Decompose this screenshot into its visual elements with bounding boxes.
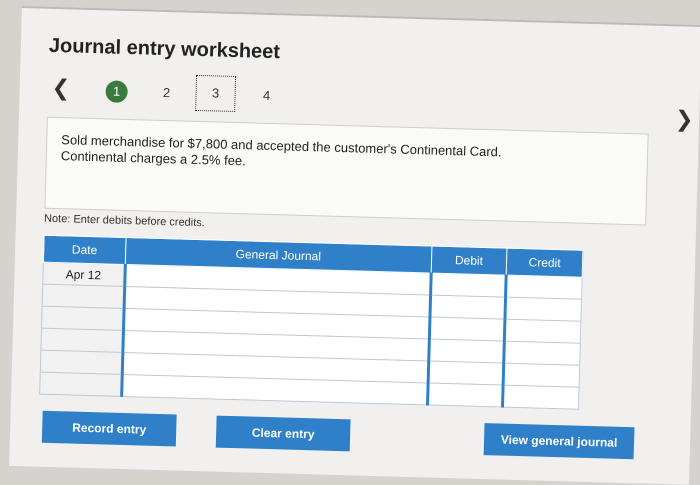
step-2[interactable]: 2 <box>155 82 178 105</box>
debit-input[interactable] <box>428 317 506 342</box>
entry-note: Note: Enter debits before credits. <box>43 212 205 230</box>
credit-input[interactable] <box>503 363 580 388</box>
debit-input[interactable] <box>429 295 506 320</box>
credit-input[interactable] <box>505 297 582 322</box>
debit-input[interactable] <box>428 338 505 364</box>
debit-input[interactable] <box>430 273 507 298</box>
credit-header: Credit <box>506 248 583 278</box>
date-cell[interactable] <box>40 328 124 353</box>
credit-input[interactable] <box>502 385 580 410</box>
debit-input[interactable] <box>427 382 504 408</box>
credit-input[interactable] <box>504 319 581 344</box>
transaction-prompt: Sold merchandise for $7,800 and accepted… <box>44 116 649 226</box>
clear-entry-button[interactable]: Clear entry <box>215 415 351 452</box>
step-4[interactable]: 4 <box>255 85 278 108</box>
step-1[interactable]: 1 <box>105 80 128 103</box>
date-cell[interactable]: Apr 12 <box>42 262 126 287</box>
debit-header: Debit <box>430 246 508 276</box>
page-title: Journal entry worksheet <box>48 34 281 64</box>
date-cell[interactable] <box>39 372 123 397</box>
step-3[interactable]: 3 <box>195 74 237 112</box>
worksheet-panel: Journal entry worksheet ❮ 1 2 3 4 ❯ Sold… <box>9 6 700 485</box>
view-general-journal-button[interactable]: View general journal <box>483 423 635 460</box>
date-cell[interactable] <box>42 284 125 309</box>
date-cell[interactable] <box>40 350 123 375</box>
record-entry-button[interactable]: Record entry <box>41 410 177 447</box>
date-cell[interactable] <box>41 306 124 331</box>
debit-input[interactable] <box>427 360 504 386</box>
chevron-left-icon[interactable]: ❮ <box>51 75 70 102</box>
credit-input[interactable] <box>503 341 581 366</box>
journal-table: Date General Journal Debit Credit Apr 12 <box>39 235 583 410</box>
date-header: Date <box>43 235 126 265</box>
top-divider <box>21 6 700 27</box>
chevron-right-icon[interactable]: ❯ <box>675 106 694 133</box>
credit-input[interactable] <box>505 275 583 300</box>
